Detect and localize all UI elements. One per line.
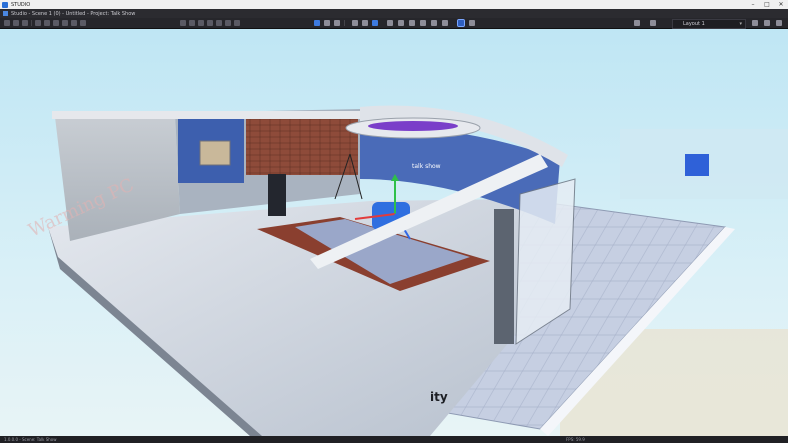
snap-grid-icon[interactable] bbox=[372, 20, 378, 26]
status-left: 1.0.0.0 - Scene: Talk Show bbox=[4, 437, 57, 442]
view-quad-icon[interactable] bbox=[420, 20, 426, 26]
brick-wall bbox=[246, 115, 358, 175]
save-icon[interactable] bbox=[22, 20, 28, 26]
light-icon[interactable] bbox=[189, 20, 195, 26]
floor-brand-text: ity bbox=[430, 390, 448, 404]
camera-icon[interactable] bbox=[180, 20, 186, 26]
redo-icon[interactable] bbox=[44, 20, 50, 26]
rotate-tool-icon[interactable] bbox=[324, 20, 330, 26]
maximize-icon[interactable]: □ bbox=[760, 0, 774, 9]
copy-icon[interactable] bbox=[62, 20, 68, 26]
wall-top-rail bbox=[52, 111, 362, 119]
chevron-down-icon: ▾ bbox=[739, 21, 742, 27]
layout-select[interactable]: Layout 1 ▾ bbox=[672, 19, 746, 29]
local-space-icon[interactable] bbox=[352, 20, 358, 26]
floating-cube[interactable] bbox=[685, 154, 709, 176]
render-icon[interactable] bbox=[234, 20, 240, 26]
ceiling-light bbox=[368, 121, 458, 131]
close-icon[interactable]: ✕ bbox=[774, 0, 788, 9]
status-bar: 1.0.0.0 - Scene: Talk Show FPS: 59.9 bbox=[0, 436, 788, 443]
settings-icon[interactable] bbox=[650, 20, 656, 26]
scene-viewport[interactable]: talk show Warming PC ity bbox=[0, 29, 788, 436]
scene-render: talk show Warming PC ity bbox=[0, 29, 788, 436]
screen-caption: talk show bbox=[412, 163, 441, 170]
support-pillar bbox=[494, 209, 514, 344]
refresh-icon[interactable] bbox=[634, 20, 640, 26]
view-split-vertical-icon[interactable] bbox=[409, 20, 415, 26]
snap-icon[interactable] bbox=[207, 20, 213, 26]
toolbar-divider bbox=[344, 20, 345, 26]
view-wide-icon[interactable] bbox=[442, 20, 448, 26]
focus-icon[interactable] bbox=[216, 20, 222, 26]
cut-icon[interactable] bbox=[53, 20, 59, 26]
layout-select-value: Layout 1 bbox=[683, 21, 705, 27]
expand-icon[interactable] bbox=[764, 20, 770, 26]
minimize-icon[interactable]: – bbox=[746, 0, 760, 9]
viewport-mode-icon[interactable] bbox=[457, 19, 465, 27]
toolbar-divider bbox=[31, 20, 32, 26]
grid-icon[interactable] bbox=[198, 20, 204, 26]
status-right: FPS: 59.9 bbox=[566, 437, 585, 442]
open-icon[interactable] bbox=[13, 20, 19, 26]
view-triple-icon[interactable] bbox=[431, 20, 437, 26]
undo-icon[interactable] bbox=[35, 20, 41, 26]
window-controls: – □ ✕ bbox=[746, 0, 788, 9]
document-icon bbox=[3, 11, 8, 16]
frame-icon[interactable] bbox=[225, 20, 231, 26]
help-icon[interactable] bbox=[776, 20, 782, 26]
pivot-icon[interactable] bbox=[362, 20, 368, 26]
new-icon[interactable] bbox=[4, 20, 10, 26]
window-title: STUDIO bbox=[11, 1, 31, 8]
main-toolbar: Layout 1 ▾ bbox=[0, 18, 788, 29]
view-single-icon[interactable] bbox=[387, 20, 393, 26]
document-title: Studio - Scene 1 (0) - Untitled - Projec… bbox=[11, 10, 136, 17]
view-split-horizontal-icon[interactable] bbox=[398, 20, 404, 26]
delete-icon[interactable] bbox=[80, 20, 86, 26]
app-icon bbox=[2, 1, 8, 8]
chair bbox=[268, 174, 286, 216]
pin-icon[interactable] bbox=[752, 20, 758, 26]
move-tool-icon[interactable] bbox=[314, 20, 320, 26]
scale-tool-icon[interactable] bbox=[334, 20, 340, 26]
window-titlebar: STUDIO – □ ✕ bbox=[0, 0, 788, 9]
paste-icon[interactable] bbox=[71, 20, 77, 26]
wall-monitor bbox=[199, 140, 231, 166]
preview-icon[interactable] bbox=[469, 20, 475, 26]
